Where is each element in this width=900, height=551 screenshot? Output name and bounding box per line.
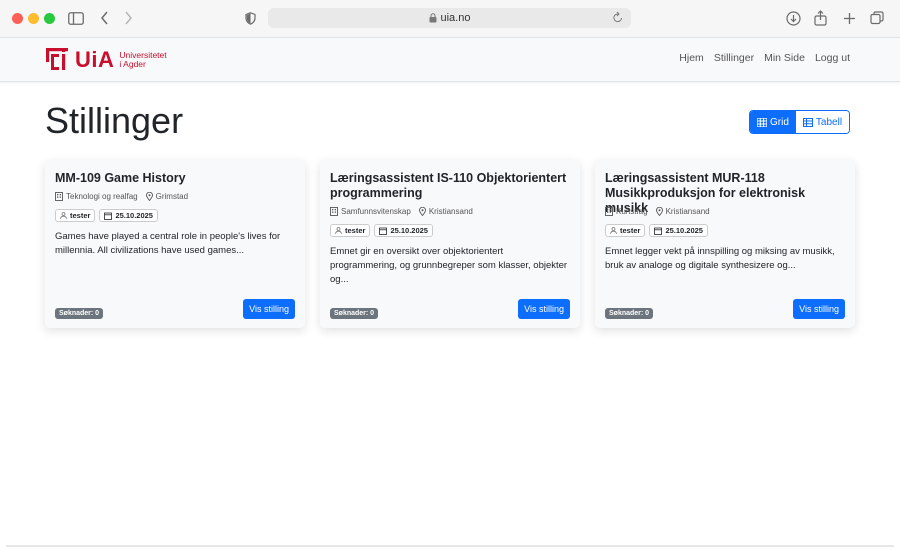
- card-faculty-label: Samfunnsvitenskap: [341, 207, 411, 216]
- card-chips: tester 25.10.2025: [55, 209, 158, 222]
- nav-link-hjem[interactable]: Hjem: [679, 52, 704, 64]
- applications-badge: Søknader: 0: [605, 308, 654, 319]
- building-icon: [330, 207, 338, 216]
- new-tab-icon[interactable]: [843, 8, 856, 28]
- calendar-icon: [104, 212, 113, 220]
- location-pin-icon: [418, 207, 426, 216]
- calendar-icon: [379, 227, 388, 235]
- sidebar-icon[interactable]: [68, 8, 84, 28]
- url-text: uia.no: [440, 12, 471, 24]
- card-location: Grimstad: [145, 192, 189, 201]
- date-label: 25.10.2025: [390, 226, 428, 235]
- author-label: tester: [345, 226, 366, 235]
- card-faculty: Kunstfag: [605, 207, 648, 216]
- minimize-window-button[interactable]: [28, 13, 39, 24]
- author-chip: tester: [55, 209, 96, 222]
- table-icon: [802, 117, 813, 127]
- date-label: 25.10.2025: [115, 211, 153, 220]
- card-title: MM-109 Game History: [55, 171, 186, 185]
- card-description: Emnet legger vekt på innspilling og miks…: [605, 246, 835, 271]
- address-bar[interactable]: uia.no: [268, 8, 631, 28]
- card-faculty: Teknologi og realfag: [55, 192, 138, 201]
- date-chip: 25.10.2025: [374, 224, 433, 237]
- card-description: Emnet gir en oversikt over objektoriente…: [330, 246, 568, 285]
- author-label: tester: [620, 226, 641, 235]
- card-location: Kristiansand: [655, 207, 710, 216]
- table-view-label: Tabell: [815, 116, 843, 128]
- view-position-button[interactable]: Vis stilling: [518, 299, 570, 319]
- building-icon: [605, 207, 613, 216]
- close-window-button[interactable]: [12, 13, 23, 24]
- browser-toolbar: uia.no: [0, 0, 900, 38]
- page-bottom-divider: [6, 545, 894, 547]
- card-faculty: Samfunnsvitenskap: [330, 207, 411, 216]
- nav-link-stillinger[interactable]: Stillinger: [714, 52, 754, 64]
- card-faculty-label: Kunstfag: [616, 207, 648, 216]
- nav-link-logg-ut[interactable]: Logg ut: [815, 52, 850, 64]
- grid-icon: [757, 117, 767, 127]
- share-icon[interactable]: [814, 8, 827, 28]
- view-position-button[interactable]: Vis stilling: [243, 299, 295, 319]
- card-faculty-label: Teknologi og realfag: [66, 192, 138, 201]
- person-icon: [335, 227, 342, 234]
- view-position-button[interactable]: Vis stilling: [793, 299, 845, 319]
- location-pin-icon: [145, 192, 153, 201]
- card-location-label: Kristiansand: [665, 207, 710, 216]
- job-card: Læringsassistent MUR-118 Musikkproduksjo…: [595, 160, 855, 328]
- author-chip: tester: [605, 224, 646, 237]
- brand-name: UiA: [75, 47, 115, 72]
- page-title: Stillinger: [45, 100, 184, 141]
- grid-view-button[interactable]: Grid: [750, 111, 796, 133]
- zoom-window-button[interactable]: [44, 13, 55, 24]
- calendar-icon: [654, 227, 663, 235]
- applications-badge: Søknader: 0: [330, 308, 379, 319]
- lock-icon: [429, 13, 437, 23]
- person-icon: [60, 212, 67, 219]
- uia-emblem-icon: [46, 48, 68, 70]
- back-icon[interactable]: [100, 8, 109, 28]
- table-view-button[interactable]: Tabell: [795, 111, 850, 133]
- author-label: tester: [70, 211, 91, 220]
- view-toggle: Grid Tabell: [749, 110, 851, 134]
- card-meta: Kunstfag Kristiansand: [605, 207, 710, 216]
- forward-icon[interactable]: [124, 8, 133, 28]
- date-label: 25.10.2025: [665, 226, 703, 235]
- card-location-label: Kristiansand: [428, 207, 473, 216]
- grid-view-label: Grid: [770, 116, 789, 128]
- card-title: Læringsassistent IS-110 Objektorientert …: [330, 171, 567, 200]
- date-chip: 25.10.2025: [649, 224, 708, 237]
- reload-icon[interactable]: [613, 11, 623, 26]
- card-location: Kristiansand: [418, 207, 473, 216]
- brand-subtitle: Universitetet i Agder: [119, 51, 166, 69]
- location-pin-icon: [655, 207, 663, 216]
- nav-links: Hjem Stillinger Min Side Logg ut: [679, 52, 850, 64]
- card-chips: tester 25.10.2025: [605, 224, 708, 237]
- job-card: Læringsassistent IS-110 Objektorientert …: [320, 160, 580, 328]
- author-chip: tester: [330, 224, 371, 237]
- uia-logo[interactable]: UiA Universitetet i Agder: [44, 46, 167, 74]
- applications-badge: Søknader: 0: [55, 308, 104, 319]
- building-icon: [55, 192, 63, 201]
- date-chip: 25.10.2025: [99, 209, 158, 222]
- job-card: MM-109 Game History Teknologi og realfag…: [45, 160, 305, 328]
- person-icon: [610, 227, 617, 234]
- card-location-label: Grimstad: [155, 192, 189, 201]
- card-description: Games have played a central role in peop…: [55, 231, 281, 256]
- brand-subtitle-line2: i Agder: [119, 59, 146, 69]
- card-meta: Teknologi og realfag Grimstad: [55, 192, 188, 201]
- download-icon[interactable]: [786, 8, 801, 28]
- card-meta: Samfunnsvitenskap Kristiansand: [330, 207, 473, 216]
- tab-overview-icon[interactable]: [870, 8, 884, 28]
- privacy-shield-icon[interactable]: [245, 8, 256, 28]
- card-chips: tester 25.10.2025: [330, 224, 433, 237]
- site-navbar: UiA Universitetet i Agder Hjem Stillinge…: [0, 38, 900, 82]
- nav-link-min-side[interactable]: Min Side: [764, 52, 805, 64]
